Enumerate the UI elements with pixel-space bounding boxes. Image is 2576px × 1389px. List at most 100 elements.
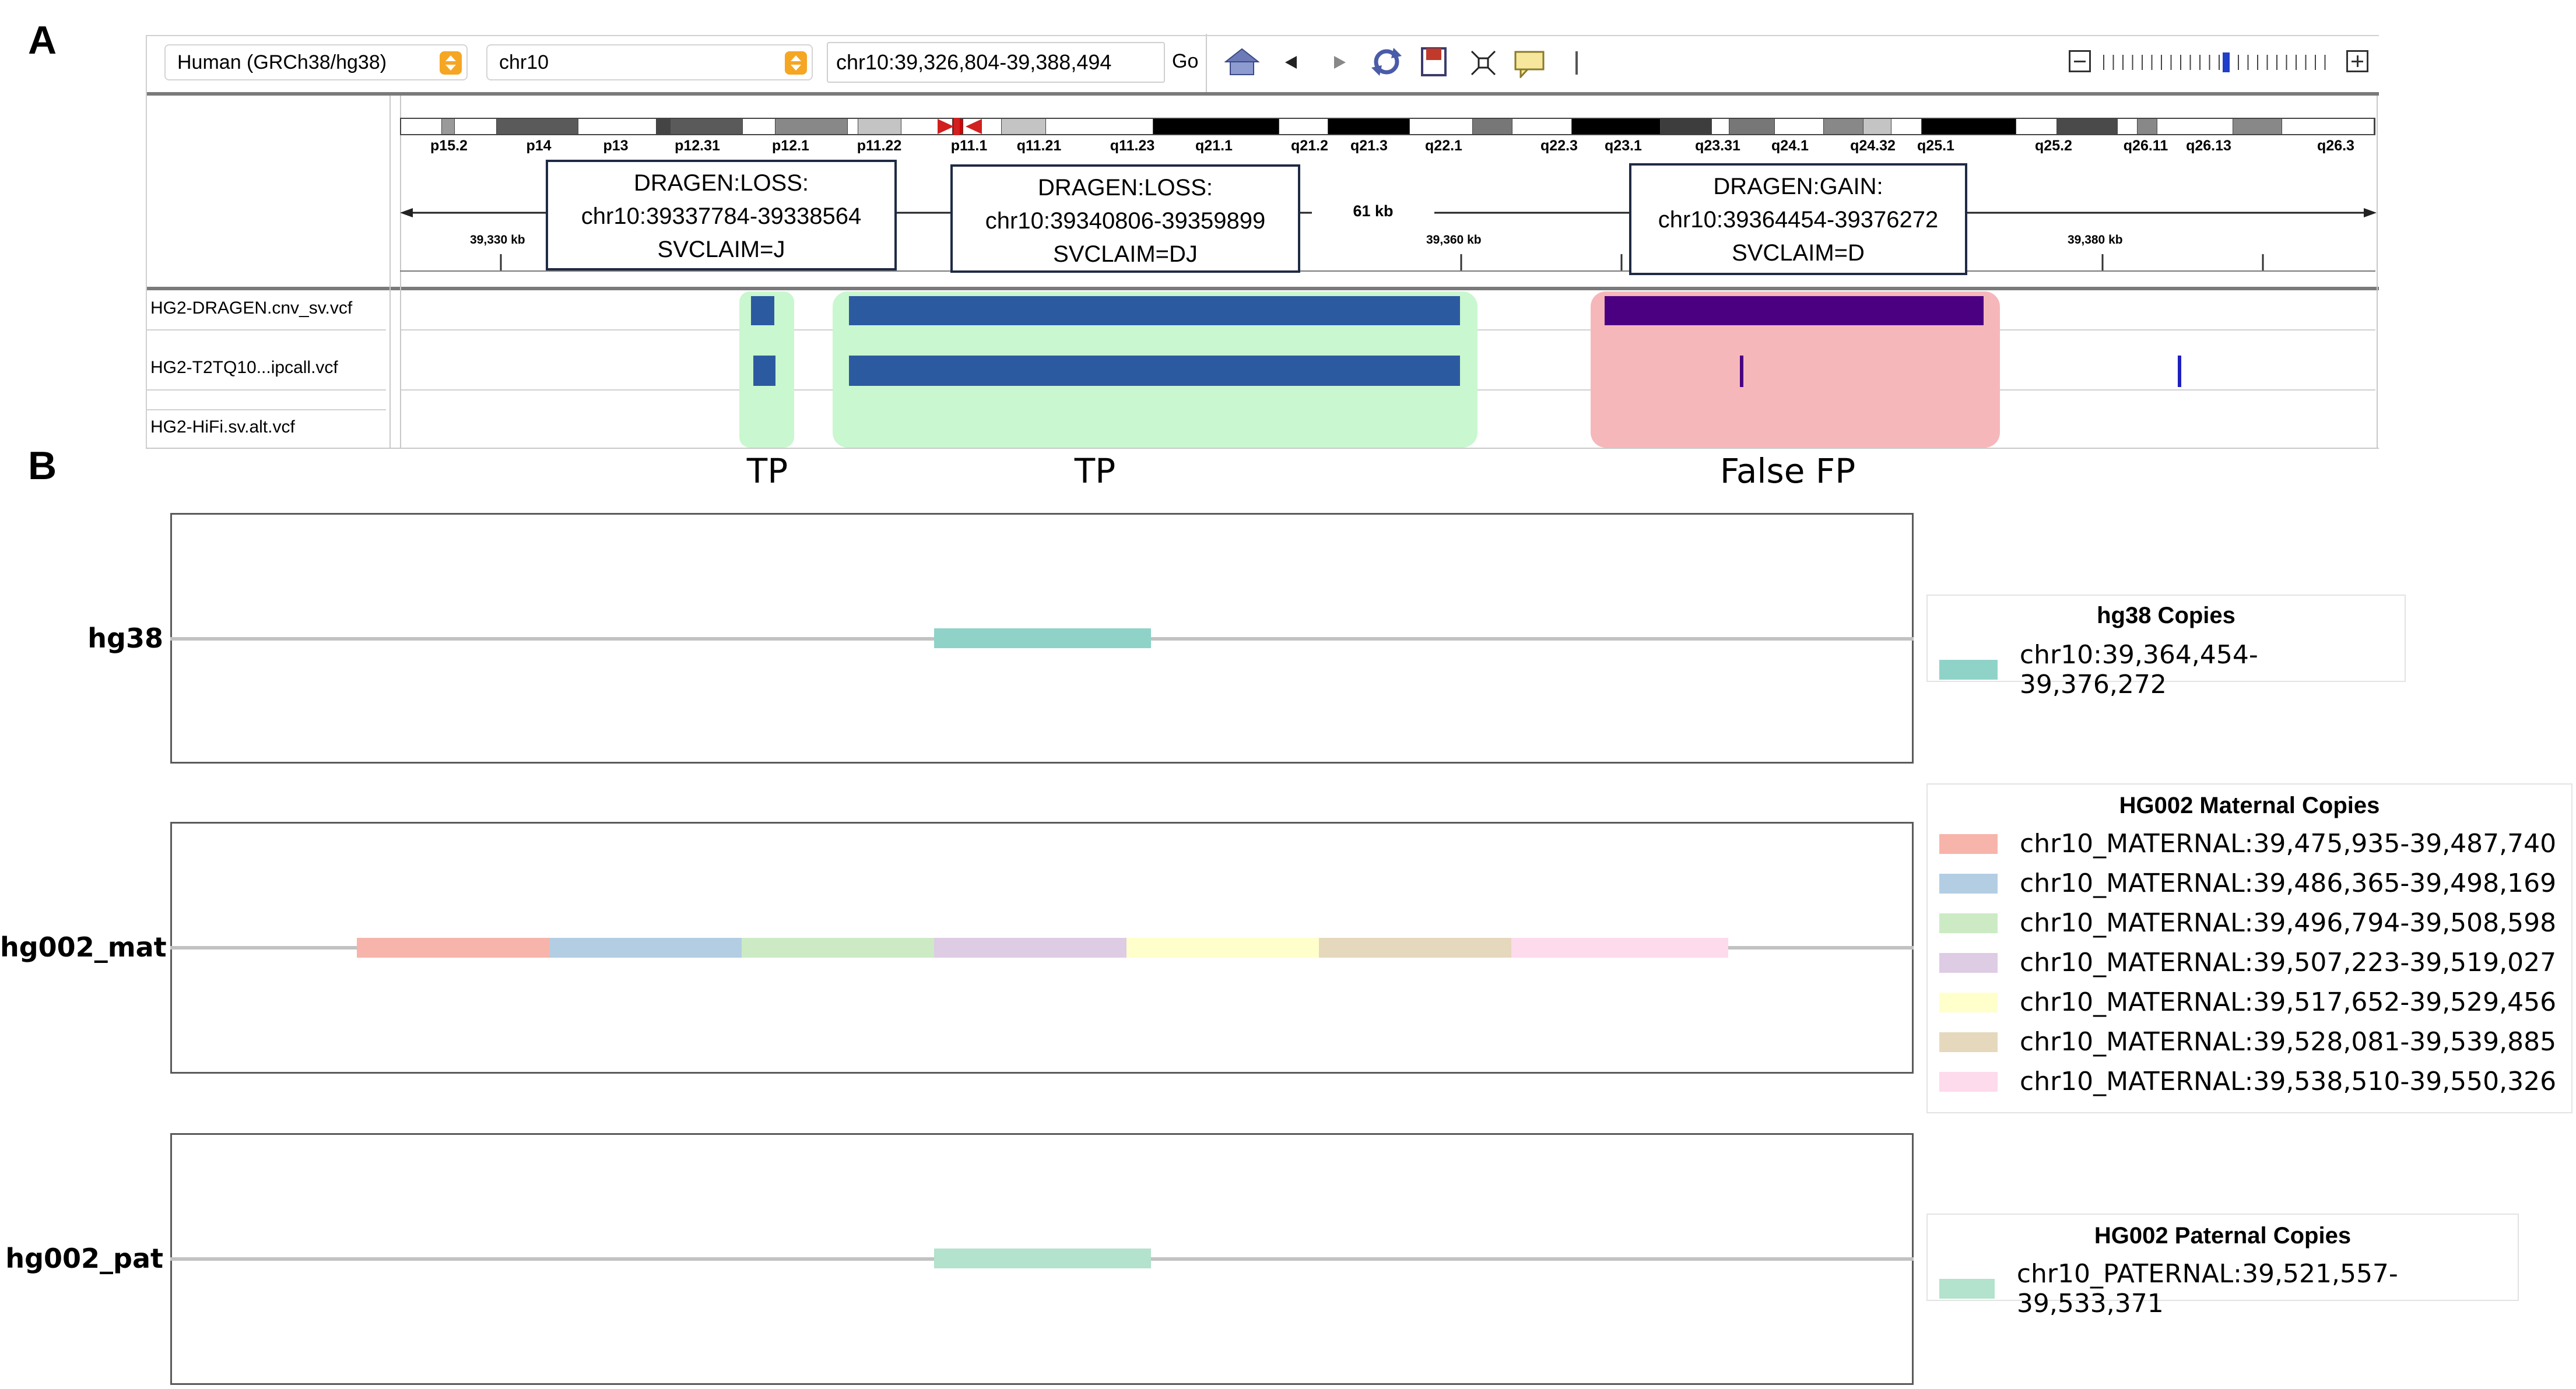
legend-swatch bbox=[1939, 873, 1998, 894]
ideogram-band bbox=[671, 119, 743, 134]
ideogram-band bbox=[1572, 119, 1661, 134]
data-panel-right-line bbox=[2377, 96, 2378, 449]
panel-b-letter: B bbox=[28, 444, 57, 488]
legend-swatch bbox=[1939, 913, 1998, 933]
t2tq10-feature-4[interactable] bbox=[2178, 356, 2181, 387]
tp-label-1: TP bbox=[746, 451, 788, 491]
ideogram-band bbox=[442, 119, 455, 134]
legend-item: chr10_MATERNAL:39,475,935-39,487,740 bbox=[1939, 829, 2556, 859]
name-panel-divider bbox=[389, 96, 391, 449]
legend-swatch bbox=[1939, 992, 1998, 1012]
popup-info-icon[interactable] bbox=[1514, 50, 1546, 78]
callout-line: SVCLAIM=J bbox=[657, 237, 785, 262]
genome-select[interactable]: Human (GRCh38/hg38) bbox=[164, 44, 468, 80]
refresh-icon[interactable] bbox=[1370, 45, 1403, 78]
zoom-in-button[interactable] bbox=[2346, 50, 2368, 72]
zoom-slider[interactable] bbox=[2101, 52, 2335, 72]
legend-item-label: chr10:39,364,454-39,376,272 bbox=[2019, 640, 2258, 699]
ruler-tick-label-2: 39,360 kb bbox=[1426, 233, 1482, 247]
ideogram-band bbox=[1473, 119, 1512, 134]
region-of-interest-icon[interactable] bbox=[1420, 47, 1447, 77]
chromosome-select-arrow-icon[interactable] bbox=[785, 51, 807, 75]
t2tq10-feature-1[interactable] bbox=[753, 356, 775, 386]
hg002-mat-copy-segments bbox=[357, 938, 1728, 958]
callout-line: chr10:39340806-39359899 bbox=[985, 208, 1266, 234]
legend-item-label: chr10_MATERNAL:39,538,510-39,550,326 bbox=[2020, 1067, 2557, 1096]
ideogram-band bbox=[1712, 119, 1729, 134]
ideogram-band bbox=[1328, 119, 1410, 134]
toolbar-separator bbox=[1575, 51, 1578, 75]
maternal-copy-segment bbox=[742, 938, 934, 958]
dragen-loss-feature-2[interactable] bbox=[849, 296, 1460, 325]
ideogram-band bbox=[775, 119, 848, 134]
ideogram-band-label: p15.2 bbox=[430, 138, 468, 154]
ideogram-band bbox=[2282, 119, 2374, 134]
t2tq10-feature-3[interactable] bbox=[1740, 356, 1743, 387]
ideogram-band bbox=[1729, 119, 1775, 134]
track-name-separator bbox=[147, 389, 386, 391]
header-bottom-border bbox=[146, 287, 2379, 290]
ideogram-band-label: q21.1 bbox=[1195, 138, 1233, 154]
legend-item: chr10_MATERNAL:39,507,223-39,519,027 bbox=[1939, 948, 2556, 977]
legend-swatch bbox=[1939, 1071, 1998, 1092]
ideogram-band-label: q23.1 bbox=[1605, 138, 1642, 154]
chromosome-ideogram[interactable] bbox=[400, 118, 2375, 135]
track-name-dragen[interactable]: HG2-DRAGEN.cnv_sv.vcf bbox=[150, 298, 352, 318]
panel-a-letter: A bbox=[28, 18, 57, 62]
legend-title: HG002 Maternal Copies bbox=[2119, 793, 2380, 818]
hg002-pat-copy-segment bbox=[934, 1249, 1151, 1268]
chromosome-select[interactable]: chr10 bbox=[486, 44, 813, 80]
track-name-hifi[interactable]: HG2-HiFi.sv.alt.vcf bbox=[150, 417, 295, 437]
legend-swatch bbox=[1939, 660, 1998, 680]
ideogram-band-label: q25.1 bbox=[1917, 138, 1954, 154]
forward-icon[interactable] bbox=[1331, 54, 1348, 71]
dragen-gain-feature[interactable] bbox=[1605, 296, 1984, 325]
ideogram-band bbox=[848, 119, 858, 134]
ideogram-band-label: q24.32 bbox=[1850, 138, 1896, 154]
ideogram-band bbox=[2233, 119, 2282, 134]
maternal-copy-segment bbox=[357, 938, 549, 958]
ideogram-band bbox=[455, 119, 497, 134]
callout-line: chr10:39364454-39376272 bbox=[1658, 207, 1939, 233]
legend-item: chr10:39,364,454-39,376,272 bbox=[1939, 640, 2405, 699]
callout-line: DRAGEN:LOSS: bbox=[1037, 175, 1213, 201]
zoom-out-button[interactable] bbox=[2069, 50, 2091, 72]
genome-select-arrow-icon[interactable] bbox=[440, 51, 462, 75]
ideogram-band bbox=[1046, 119, 1153, 134]
dragen-loss-feature-1[interactable] bbox=[751, 296, 774, 325]
toolbar-top-line bbox=[146, 35, 2379, 36]
legend-item-label: chr10_MATERNAL:39,496,794-39,508,598 bbox=[2020, 908, 2557, 938]
legend-item: chr10_MATERNAL:39,496,794-39,508,598 bbox=[1939, 908, 2556, 938]
legend-item: chr10_PATERNAL:39,521,557-39,533,371 bbox=[1939, 1259, 2518, 1318]
go-button[interactable]: Go bbox=[1172, 50, 1198, 73]
ideogram-band bbox=[1153, 119, 1279, 134]
t2tq10-feature-2[interactable] bbox=[849, 356, 1460, 386]
ideogram-band bbox=[743, 119, 775, 134]
back-icon[interactable] bbox=[1283, 54, 1300, 71]
legend-item-label: chr10_MATERNAL:39,528,081-39,539,885 bbox=[2020, 1027, 2557, 1057]
legend-item: chr10_MATERNAL:39,517,652-39,529,456 bbox=[1939, 987, 2556, 1017]
ideogram-band bbox=[1002, 119, 1046, 134]
toolbar-bottom-border bbox=[146, 92, 2379, 96]
callout-line: chr10:39337784-39338564 bbox=[581, 203, 862, 229]
ruler-span-label: 61 kb bbox=[1312, 199, 1434, 223]
centromere-marker-icon bbox=[938, 118, 982, 135]
false-fp-label: False FP bbox=[1719, 451, 1856, 491]
name-panel-left-line bbox=[146, 35, 147, 449]
ideogram-band-label: p13 bbox=[603, 138, 629, 154]
ideogram-band-label: q26.11 bbox=[2123, 138, 2168, 154]
ideogram-band-label: q24.1 bbox=[1771, 138, 1809, 154]
home-icon[interactable] bbox=[1224, 48, 1259, 77]
ideogram-band bbox=[2016, 119, 2057, 134]
ideogram-band-label: q21.3 bbox=[1350, 138, 1388, 154]
ideogram-band bbox=[2157, 119, 2233, 134]
track-name-t2tq10[interactable]: HG2-T2TQ10...ipcall.vcf bbox=[150, 358, 338, 378]
legend-item: chr10_MATERNAL:39,538,510-39,550,326 bbox=[1939, 1067, 2556, 1096]
maternal-copy-segment bbox=[934, 938, 1126, 958]
callout-dragen-loss-1: DRAGEN:LOSS: chr10:39337784-39338564 SVC… bbox=[546, 160, 897, 270]
callout-dragen-loss-2: DRAGEN:LOSS: chr10:39340806-39359899 SVC… bbox=[950, 164, 1300, 273]
locus-input[interactable]: chr10:39,326,804-39,388,494 bbox=[827, 42, 1165, 83]
maternal-copy-segment bbox=[1319, 938, 1511, 958]
fit-to-window-icon[interactable] bbox=[1471, 50, 1496, 76]
ideogram-band bbox=[578, 119, 657, 134]
